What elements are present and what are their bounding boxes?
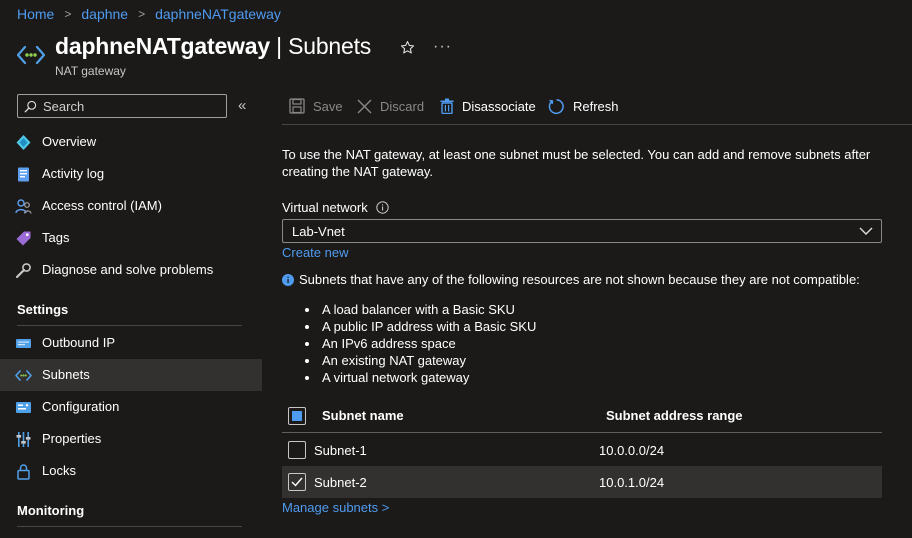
table-row[interactable]: Subnet-1 10.0.0.0/24: [282, 434, 882, 466]
sidebar-item-label: Access control (IAM): [42, 198, 162, 213]
sidebar-item-label: Configuration: [42, 399, 120, 414]
tag-icon: [15, 230, 32, 247]
properties-icon: [15, 431, 32, 448]
favorite-star-icon[interactable]: [400, 40, 415, 55]
sidebar-divider: [17, 526, 242, 527]
address-range-cell: 10.0.0.0/24: [599, 443, 665, 458]
breadcrumb-home[interactable]: Home: [17, 6, 54, 22]
subnet-name-cell: Subnet-1: [314, 443, 367, 458]
list-item: An IPv6 address space: [302, 335, 536, 352]
refresh-icon: [548, 98, 565, 115]
list-item: A virtual network gateway: [302, 369, 536, 386]
sidebar-item-diagnose[interactable]: Diagnose and solve problems: [0, 254, 262, 286]
sidebar-item-label: Outbound IP: [42, 335, 115, 350]
subnets-icon: [15, 367, 32, 384]
activity-log-icon: [15, 166, 32, 183]
breadcrumb: Home > daphne > daphneNATgateway: [17, 5, 281, 23]
sidebar-item-locks[interactable]: Locks: [0, 455, 262, 487]
save-button[interactable]: Save: [289, 96, 343, 116]
disassociate-button-label: Disassociate: [462, 98, 536, 114]
overview-icon: [15, 134, 32, 151]
configuration-icon: [15, 399, 32, 416]
row-checkbox[interactable]: [288, 441, 306, 459]
column-header-address-range: Subnet address range: [606, 408, 743, 423]
manage-subnets-link[interactable]: Manage subnets >: [282, 500, 389, 515]
info-filled-icon: [282, 273, 294, 286]
discard-button-label: Discard: [380, 98, 425, 114]
list-item: An existing NAT gateway: [302, 352, 536, 369]
table-row[interactable]: Subnet-2 10.0.1.0/24: [282, 466, 882, 498]
page-title-section: Subnets: [288, 33, 372, 59]
save-icon: [289, 98, 305, 114]
create-new-link[interactable]: Create new: [282, 245, 348, 260]
sidebar-item-properties[interactable]: Properties: [0, 423, 262, 455]
page-subtitle: NAT gateway: [55, 64, 126, 78]
sidebar-item-label: Properties: [42, 431, 102, 446]
outbound-ip-icon: [15, 335, 32, 352]
toolbar-divider: [282, 124, 912, 125]
refresh-button-label: Refresh: [573, 98, 619, 114]
disassociate-button[interactable]: Disassociate: [440, 96, 536, 116]
search-input[interactable]: [43, 98, 213, 114]
sidebar-section-monitoring: Monitoring: [17, 503, 85, 518]
sidebar-item-configuration[interactable]: Configuration: [0, 391, 262, 423]
sidebar-item-label: Activity log: [42, 166, 105, 181]
iam-icon: [15, 198, 32, 215]
sidebar-item-outbound-ip[interactable]: Outbound IP: [0, 327, 262, 359]
page-title-resource: daphneNATgateway: [55, 33, 270, 59]
virtual-network-dropdown[interactable]: Lab-Vnet: [282, 219, 882, 243]
wrench-icon: [15, 262, 32, 279]
sidebar-item-tags[interactable]: Tags: [0, 222, 262, 254]
trash-icon: [440, 98, 454, 114]
breadcrumb-resource-group[interactable]: daphne: [81, 6, 128, 22]
sidebar-item-overview[interactable]: Overview: [0, 126, 262, 158]
chevron-down-icon: [859, 226, 873, 236]
virtual-network-value: Lab-Vnet: [292, 224, 345, 239]
breadcrumb-resource[interactable]: daphneNATgateway: [155, 6, 281, 22]
incompatible-resources-list: A load balancer with a Basic SKU A publi…: [302, 301, 536, 386]
sidebar-section-settings: Settings: [17, 302, 69, 317]
compatibility-notice: Subnets that have any of the following r…: [282, 272, 860, 287]
select-all-checkbox[interactable]: [288, 407, 306, 425]
virtual-network-label-text: Virtual network: [282, 200, 368, 215]
intro-text: To use the NAT gateway, at least one sub…: [282, 147, 871, 179]
list-item: A load balancer with a Basic SKU: [302, 301, 536, 318]
collapse-sidebar-icon[interactable]: «: [238, 97, 246, 114]
notice-text: Subnets that have any of the following r…: [299, 272, 860, 287]
breadcrumb-separator: >: [138, 7, 146, 21]
sidebar-item-label: Tags: [42, 230, 70, 245]
table-header: Subnet name Subnet address range: [282, 399, 882, 433]
address-range-cell: 10.0.1.0/24: [599, 475, 665, 490]
subnet-name-cell: Subnet-2: [314, 475, 367, 490]
page-title: daphneNATgateway | Subnets: [55, 33, 371, 60]
search-icon: [24, 100, 37, 113]
refresh-button[interactable]: Refresh: [548, 96, 619, 116]
row-checkbox[interactable]: [288, 473, 306, 491]
more-options-icon[interactable]: ···: [433, 38, 452, 56]
sidebar-item-subnets[interactable]: Subnets: [0, 359, 262, 391]
virtual-network-label: Virtual network: [282, 200, 389, 215]
close-icon: [357, 99, 372, 114]
info-icon[interactable]: [376, 201, 389, 214]
sidebar-item-label: Locks: [42, 463, 76, 478]
sidebar-divider: [17, 325, 242, 326]
sidebar-item-label: Overview: [42, 134, 97, 149]
discard-button[interactable]: Discard: [357, 96, 424, 116]
sidebar-item-activity-log[interactable]: Activity log: [0, 158, 262, 190]
page-title-separator: |: [276, 33, 282, 59]
sidebar-item-label: Diagnose and solve problems: [42, 262, 214, 277]
sidebar-search[interactable]: [17, 94, 227, 118]
sidebar-item-label: Subnets: [42, 367, 90, 382]
list-item: A public IP address with a Basic SKU: [302, 318, 536, 335]
lock-icon: [15, 463, 32, 480]
column-header-subnet-name: Subnet name: [322, 408, 404, 423]
save-button-label: Save: [313, 98, 343, 114]
nat-gateway-icon: [17, 44, 45, 66]
breadcrumb-separator: >: [64, 7, 72, 21]
sidebar-item-iam[interactable]: Access control (IAM): [0, 190, 262, 222]
